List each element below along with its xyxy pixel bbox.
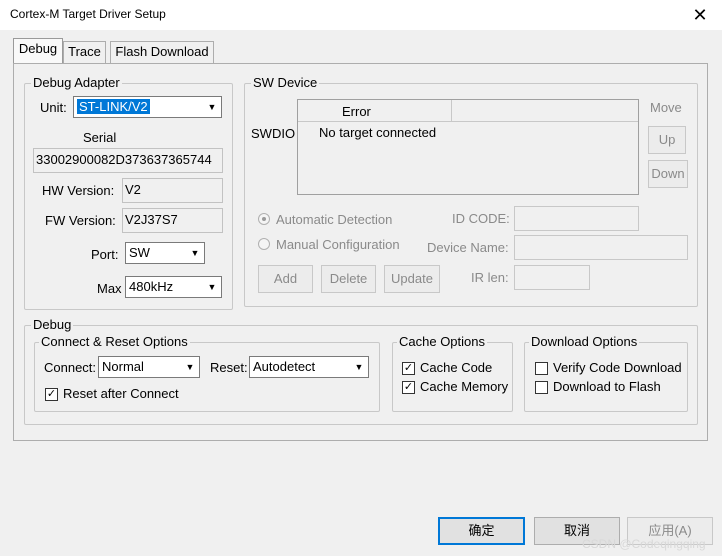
swdio-label: SWDIO (251, 126, 296, 141)
update-button[interactable]: Update (384, 265, 440, 293)
chevron-down-icon[interactable]: ▼ (187, 244, 203, 262)
list-item[interactable]: No target connected (319, 125, 436, 140)
device-name-field[interactable] (514, 235, 688, 260)
reset-after-connect-checkbox[interactable]: ✓ (45, 388, 58, 401)
tab-flash-download[interactable]: Flash Download (110, 41, 214, 63)
close-icon[interactable]: ✕ (688, 3, 712, 27)
download-to-flash-label: Download to Flash (553, 379, 661, 394)
download-to-flash-checkbox[interactable] (535, 381, 548, 394)
connect-reset-legend: Connect & Reset Options (39, 334, 190, 349)
move-up-button[interactable]: Up (648, 126, 686, 154)
unit-value: ST-LINK/V2 (77, 99, 150, 114)
download-options-legend: Download Options (529, 334, 640, 349)
column-error[interactable]: Error (342, 104, 371, 119)
window-title: Cortex-M Target Driver Setup (10, 7, 166, 21)
ir-len-label: IR len: (471, 270, 509, 285)
download-options-group: Download Options (524, 334, 688, 412)
delete-button[interactable]: Delete (321, 265, 376, 293)
serial-field: 33002900082D373637365744 (33, 148, 223, 173)
unit-label: Unit: (40, 100, 67, 115)
cache-code-label: Cache Code (420, 360, 493, 375)
device-name-label: Device Name: (427, 240, 509, 255)
cache-options-group: Cache Options (392, 334, 513, 412)
fw-version-field: V2J37S7 (122, 208, 223, 233)
verify-code-download-checkbox[interactable] (535, 362, 548, 375)
ir-len-field[interactable] (514, 265, 590, 290)
unit-select[interactable]: ST-LINK/V2 ▼ (73, 96, 222, 118)
max-clock-value: 480kHz (129, 279, 174, 294)
port-value: SW (129, 245, 150, 260)
hw-version-field: V2 (122, 178, 223, 203)
move-label: Move (650, 100, 682, 115)
sw-device-legend: SW Device (251, 75, 320, 90)
tab-trace[interactable]: Trace (63, 41, 106, 63)
reset-select[interactable]: Autodetect ▼ (249, 356, 369, 378)
column-divider (451, 100, 452, 122)
cache-memory-label: Cache Memory (420, 379, 509, 394)
cache-memory-checkbox[interactable]: ✓ (402, 381, 415, 394)
tab-debug[interactable]: Debug (13, 38, 63, 63)
chevron-down-icon[interactable]: ▼ (182, 358, 198, 376)
id-code-field[interactable] (514, 206, 639, 231)
connect-label: Connect: (44, 360, 97, 375)
reset-value: Autodetect (253, 359, 316, 374)
id-code-label: ID CODE: (452, 211, 510, 226)
move-down-button[interactable]: Down (648, 160, 688, 188)
sw-device-list[interactable]: Error No target connected (297, 99, 639, 195)
connect-select[interactable]: Normal ▼ (98, 356, 200, 378)
max-clock-select[interactable]: 480kHz ▼ (125, 276, 222, 298)
port-select[interactable]: SW ▼ (125, 242, 205, 264)
chevron-down-icon[interactable]: ▼ (351, 358, 367, 376)
add-button[interactable]: Add (258, 265, 313, 293)
reset-label: Reset: (210, 360, 248, 375)
list-header: Error (298, 100, 638, 122)
debug-legend: Debug (31, 317, 74, 332)
chevron-down-icon[interactable]: ▼ (204, 278, 220, 296)
reset-after-connect-label: Reset after Connect (63, 386, 179, 401)
max-label: Max (97, 281, 122, 296)
fw-version-label: FW Version: (45, 213, 116, 228)
verify-code-download-label: Verify Code Download (553, 360, 682, 375)
chevron-down-icon[interactable]: ▼ (204, 98, 220, 116)
watermark: CSDN @Codeqingqing (582, 537, 706, 551)
serial-label: Serial (83, 130, 117, 145)
automatic-detection-label: Automatic Detection (276, 212, 393, 227)
cache-code-checkbox[interactable]: ✓ (402, 362, 415, 375)
cache-options-legend: Cache Options (397, 334, 487, 349)
manual-configuration-label: Manual Configuration (276, 237, 400, 252)
debug-adapter-legend: Debug Adapter (31, 75, 122, 90)
automatic-detection-radio[interactable] (258, 213, 270, 225)
ok-button[interactable]: 确定 (438, 517, 525, 545)
connect-value: Normal (102, 359, 144, 374)
manual-configuration-radio[interactable] (258, 238, 270, 250)
port-label: Port: (91, 247, 119, 262)
hw-version-label: HW Version: (42, 183, 115, 198)
